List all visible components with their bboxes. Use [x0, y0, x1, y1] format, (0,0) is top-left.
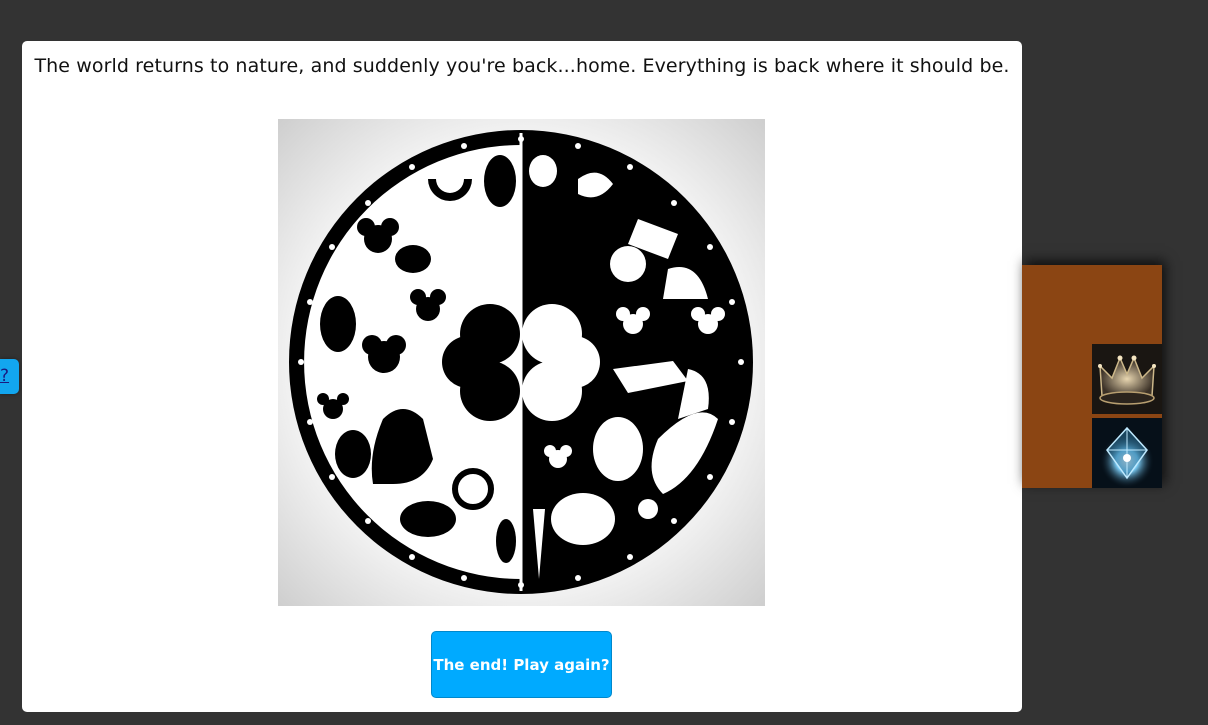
help-label[interactable]: ?: [0, 366, 9, 386]
story-dialog: The world returns to nature, and suddenl…: [22, 41, 1022, 712]
help-tab[interactable]: ?: [0, 359, 19, 394]
crystal-icon[interactable]: [1092, 418, 1162, 488]
game-stage: ? The world returns to nature, and sudde…: [0, 0, 1208, 725]
ending-illustration: [278, 119, 765, 606]
crown-icon[interactable]: [1092, 344, 1162, 414]
story-text: The world returns to nature, and suddenl…: [34, 55, 1010, 77]
play-again-button[interactable]: The end! Play again?: [431, 631, 612, 698]
inventory-panel: [1022, 265, 1162, 488]
